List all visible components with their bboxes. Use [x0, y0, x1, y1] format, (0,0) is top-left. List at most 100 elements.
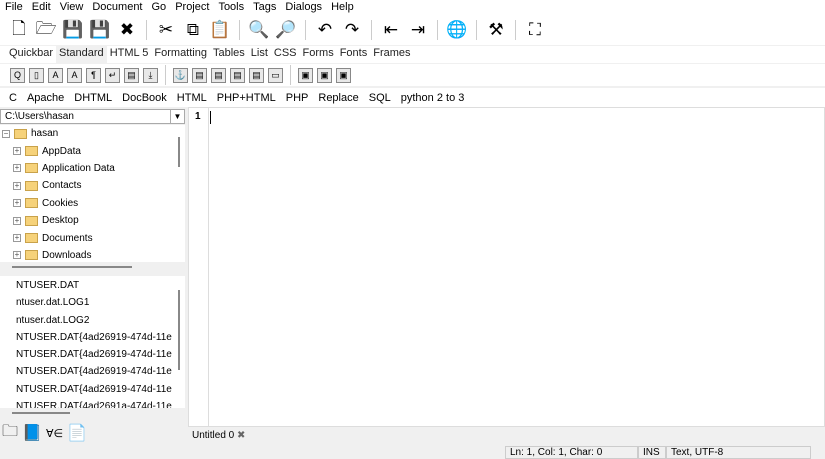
snippet-menu[interactable]: Replace [313, 92, 363, 104]
tab-tables[interactable]: Tables [210, 46, 248, 63]
html-tool-icon[interactable]: ⚓ [173, 67, 188, 83]
tab-fonts[interactable]: Fonts [337, 46, 371, 63]
html-tool-icon[interactable]: A [48, 67, 63, 83]
save-icon[interactable]: 💾 [62, 19, 84, 41]
menu-dialogs[interactable]: Dialogs [280, 0, 326, 15]
close-icon[interactable]: ✖ [116, 19, 138, 41]
expand-icon[interactable]: + [13, 199, 21, 208]
charmap-icon[interactable]: ∀∈ [46, 427, 63, 440]
redo-icon[interactable]: ↷ [341, 19, 363, 41]
open-folder-icon[interactable]: 🗁 [35, 19, 57, 41]
html-tool-icon[interactable]: ▤ [249, 67, 264, 83]
html-tool-icon[interactable]: A [67, 67, 82, 83]
file-browser-icon[interactable]: 🗀 [2, 420, 18, 447]
tree-item[interactable]: + Application Data [0, 160, 185, 177]
indent-icon[interactable]: ⇥ [407, 19, 429, 41]
tab-frames[interactable]: Frames [370, 46, 413, 63]
snippet-menu[interactable]: python 2 to 3 [396, 92, 470, 104]
file-item[interactable]: NTUSER.DAT{4ad26919-474d-11ec-9b37 [0, 329, 172, 346]
tree-item[interactable]: + Cookies [0, 195, 185, 212]
html-tool-icon[interactable]: ▣ [336, 67, 351, 83]
tree-item[interactable]: + AppData [0, 142, 185, 159]
snippet-menu[interactable]: SQL [364, 92, 396, 104]
file-list-horizontal-scrollbar[interactable] [0, 408, 185, 418]
undo-icon[interactable]: ↶ [314, 19, 336, 41]
snippet-menu[interactable]: DHTML [69, 92, 117, 104]
tree-item[interactable]: + Documents [0, 229, 185, 246]
bookmarks-icon[interactable]: 📘 [22, 423, 42, 443]
menu-tags[interactable]: Tags [248, 0, 280, 15]
expand-icon[interactable]: + [13, 216, 21, 225]
file-item[interactable]: ntuser.dat.LOG2 [0, 312, 172, 329]
html-tool-icon[interactable]: ▣ [298, 67, 313, 83]
menu-help[interactable]: Help [326, 0, 358, 15]
snippets-icon[interactable]: 📄 [67, 423, 87, 443]
paste-icon[interactable]: 📋 [209, 19, 231, 41]
html-tool-icon[interactable]: ▣ [317, 67, 332, 83]
file-item[interactable]: ntuser.dat.LOG1 [0, 294, 172, 311]
html-tool-icon[interactable]: ¶ [86, 67, 101, 83]
file-item[interactable]: NTUSER.DAT{4ad26919-474d-11ec-9b37 [0, 381, 172, 398]
insert-mode[interactable]: INS [638, 446, 666, 459]
html-tool-icon[interactable]: ⤓ [143, 67, 158, 83]
close-tab-icon[interactable]: ✖ [237, 430, 245, 441]
chevron-down-icon[interactable]: ▼ [170, 110, 184, 123]
html-tool-icon[interactable]: ▭ [268, 67, 283, 83]
save-as-icon[interactable]: 💾 [89, 19, 111, 41]
tab-quickbar[interactable]: Quickbar [6, 46, 56, 63]
tab-forms[interactable]: Forms [300, 46, 337, 63]
tree-item[interactable]: + Contacts [0, 177, 185, 194]
preview-browser-icon[interactable]: 🌐 [446, 19, 468, 41]
tree-item[interactable]: + Desktop [0, 212, 185, 229]
fullscreen-icon[interactable]: ⛶ [524, 19, 546, 41]
menu-go[interactable]: Go [147, 0, 171, 15]
tab-list[interactable]: List [248, 46, 271, 63]
tab-html5[interactable]: HTML 5 [107, 46, 152, 63]
html-tool-icon[interactable]: ▤ [192, 67, 207, 83]
cut-icon[interactable]: ✂ [155, 19, 177, 41]
snippet-menu[interactable]: Apache [22, 92, 69, 104]
html-tool-icon[interactable]: ▤ [124, 67, 139, 83]
menu-view[interactable]: View [55, 0, 88, 15]
tree-item[interactable]: + Downloads [0, 247, 185, 262]
menu-project[interactable]: Project [170, 0, 213, 15]
expand-icon[interactable]: + [13, 251, 21, 260]
document-tab[interactable]: Untitled 0 ✖ [192, 430, 245, 441]
tab-formatting[interactable]: Formatting [151, 46, 210, 63]
html-tool-icon[interactable]: ▤ [230, 67, 245, 83]
expand-icon[interactable]: + [13, 164, 21, 173]
replace-icon[interactable]: 🔎 [275, 19, 297, 41]
menu-document[interactable]: Document [87, 0, 146, 15]
new-file-icon[interactable]: 🗋 [8, 19, 30, 41]
encoding[interactable]: Text, UTF-8 [666, 446, 811, 459]
file-list-scrollbar[interactable] [178, 290, 180, 370]
file-item[interactable]: NTUSER.DAT [0, 277, 172, 294]
editor-area[interactable]: 1 [188, 107, 825, 427]
menu-edit[interactable]: Edit [27, 0, 55, 15]
snippet-menu[interactable]: HTML [172, 92, 212, 104]
file-item[interactable]: NTUSER.DAT{4ad26919-474d-11ec-9b37 [0, 346, 172, 363]
tree-root[interactable]: − hasan [0, 125, 185, 142]
expand-icon[interactable]: + [13, 147, 21, 156]
snippet-menu[interactable]: DocBook [117, 92, 172, 104]
menu-file[interactable]: File [0, 0, 27, 15]
path-dropdown[interactable]: C:\Users\hasan ▼ [0, 109, 185, 124]
collapse-icon[interactable]: − [2, 129, 10, 138]
html-tool-icon[interactable]: ▤ [211, 67, 226, 83]
file-item[interactable]: NTUSER.DAT{4ad26919-474d-11ec-9b37 [0, 363, 172, 380]
unindent-icon[interactable]: ⇤ [380, 19, 402, 41]
menu-tools[interactable]: Tools [213, 0, 248, 15]
html-tool-icon[interactable]: ▯ [29, 67, 44, 83]
find-icon[interactable]: 🔍 [248, 19, 270, 41]
expand-icon[interactable]: + [13, 181, 21, 190]
snippet-menu[interactable]: PHP+HTML [212, 92, 281, 104]
preferences-icon[interactable]: ⚒ [485, 19, 507, 41]
tree-scrollbar[interactable] [178, 137, 180, 167]
tab-css[interactable]: CSS [271, 46, 300, 63]
tree-horizontal-scrollbar[interactable] [0, 262, 185, 272]
snippet-menu[interactable]: PHP [281, 92, 314, 104]
tab-standard[interactable]: Standard [56, 46, 107, 63]
copy-icon[interactable]: ⧉ [182, 19, 204, 41]
expand-icon[interactable]: + [13, 234, 21, 243]
snippet-menu[interactable]: C [4, 92, 22, 104]
